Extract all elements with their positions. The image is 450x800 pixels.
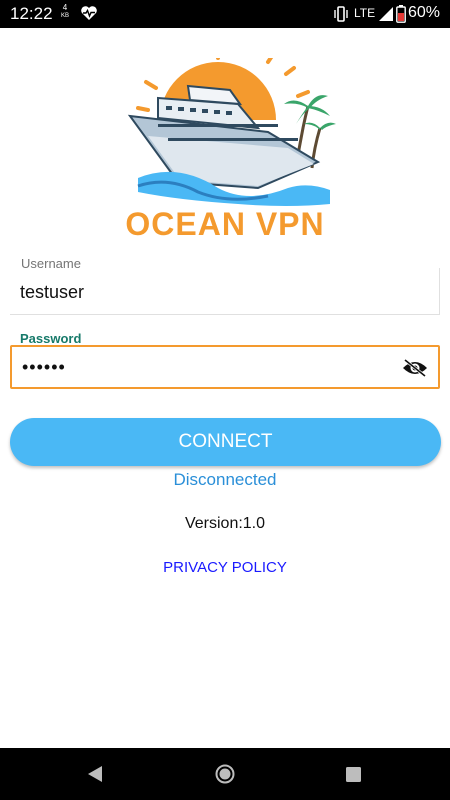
username-value: testuser	[20, 282, 85, 302]
cruise-ship-logo	[118, 58, 338, 210]
status-time: 12:22	[10, 4, 53, 23]
data-speed-indicator: 4 KB	[60, 3, 70, 21]
privacy-policy-link[interactable]: PRIVACY POLICY	[0, 559, 450, 576]
username-field[interactable]: testuser	[10, 268, 440, 315]
home-icon[interactable]	[214, 763, 236, 785]
recent-apps-icon[interactable]	[345, 766, 362, 783]
username-label: Username	[20, 256, 82, 271]
status-bar: 12:22 4 KB LTE 60%	[0, 0, 450, 28]
back-icon[interactable]	[86, 765, 104, 783]
network-type: LTE	[354, 6, 376, 20]
signal-icon	[379, 7, 393, 21]
password-label: Password	[20, 331, 82, 346]
connect-button[interactable]: CONNECT	[10, 418, 441, 466]
eye-off-icon[interactable]	[402, 359, 428, 377]
version-text: Version:1.0	[184, 515, 266, 532]
password-value: ••••••	[22, 357, 66, 377]
battery-percent: 60%	[408, 4, 441, 21]
battery-icon	[396, 5, 406, 23]
app-brand-name: OCEAN VPN	[125, 206, 325, 242]
data-amount: 4	[62, 3, 68, 12]
connection-status: Disconnected	[173, 470, 277, 489]
vibrate-icon	[334, 6, 348, 22]
heart-monitor-icon	[81, 6, 97, 20]
navigation-bar	[0, 748, 450, 800]
data-unit: KB	[60, 13, 69, 19]
password-field[interactable]: ••••••	[10, 345, 440, 389]
